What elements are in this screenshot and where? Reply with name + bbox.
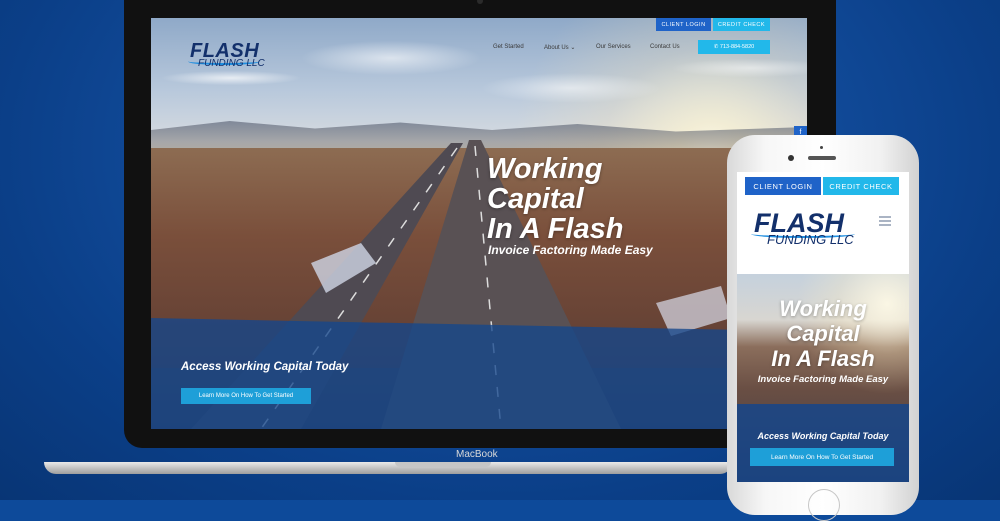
mobile-access-heading: Access Working Capital Today [757, 431, 889, 441]
nav-contact-us[interactable]: Contact Us [650, 44, 680, 50]
mobile-hero-band [737, 404, 909, 482]
mobile-learn-more-button[interactable]: Learn More On How To Get Started [750, 448, 894, 466]
logo-funding-text: FUNDING LLC [198, 58, 265, 69]
phone-home-button [808, 489, 840, 521]
phone-camera [788, 155, 794, 161]
mobile-logo-funding-text: FUNDING LLC [767, 232, 854, 247]
hero-title: Working Capital In A Flash [487, 153, 624, 245]
hamburger-icon[interactable] [879, 216, 891, 228]
hero-subtitle: Invoice Factoring Made Easy [488, 243, 653, 257]
credit-check-button[interactable]: CREDIT CHECK [713, 18, 770, 31]
hero-blue-band [151, 318, 807, 429]
phone-speaker [808, 156, 836, 160]
nav-get-started[interactable]: Get Started [493, 44, 524, 50]
access-heading: Access Working Capital Today [181, 361, 349, 373]
site-logo[interactable]: FLASH FUNDING LLC [188, 40, 268, 88]
phone-number-button[interactable]: ✆ 713-884-5820 [698, 40, 770, 54]
learn-more-button[interactable]: Learn More On How To Get Started [181, 388, 311, 404]
laptop-notch [395, 462, 491, 467]
laptop-base [44, 462, 732, 474]
mobile-hero-subtitle: Invoice Factoring Made Easy [757, 374, 889, 385]
mobile-credit-check-button[interactable]: CREDIT CHECK [823, 177, 899, 195]
mobile-hero-title: Working Capital In A Flash [771, 296, 875, 371]
client-login-button[interactable]: CLIENT LOGIN [656, 18, 711, 31]
nav-our-services[interactable]: Our Services [596, 44, 631, 50]
laptop-camera [477, 0, 483, 4]
mobile-client-login-button[interactable]: CLIENT LOGIN [745, 177, 821, 195]
laptop-brand-label: MacBook [456, 449, 498, 460]
phone-screen: CLIENT LOGIN CREDIT CHECK FLASH FUNDING … [737, 172, 909, 482]
laptop-screen: FLASH FUNDING LLC CLIENT LOGIN CREDIT CH… [151, 18, 807, 429]
nav-about-us[interactable]: About Us ⌄ [544, 44, 575, 51]
phone-sensor [820, 146, 823, 149]
